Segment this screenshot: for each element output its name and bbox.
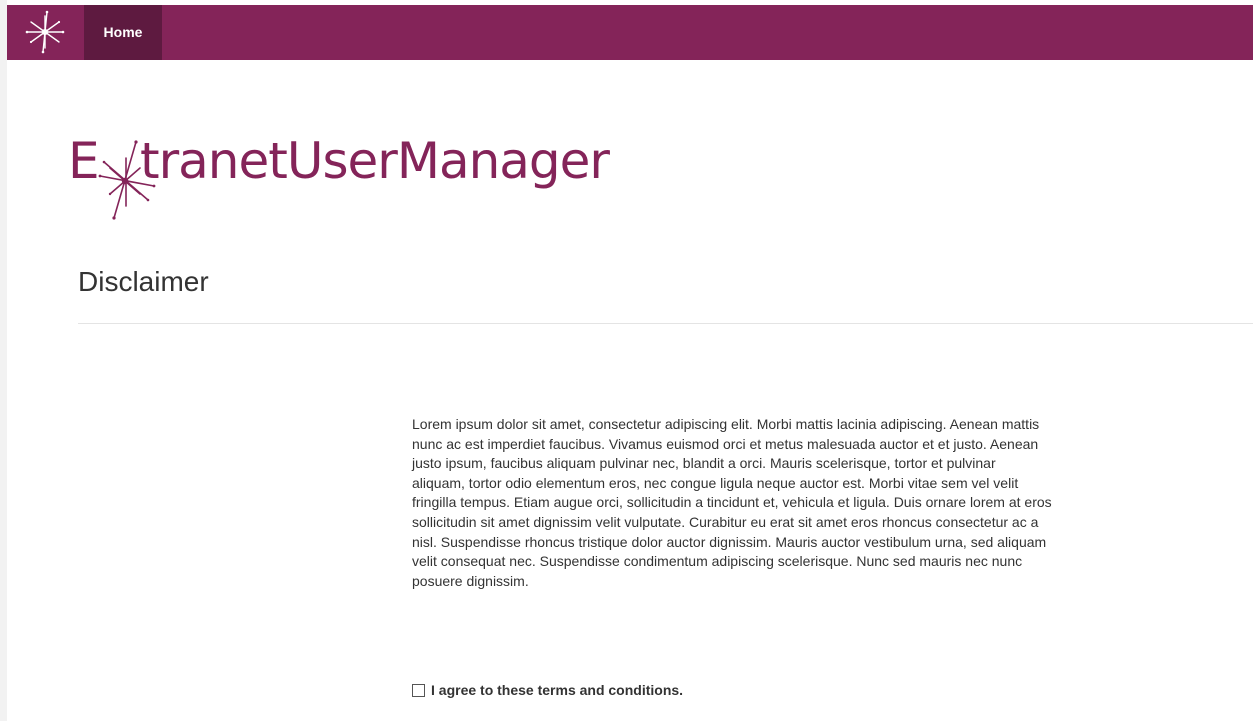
brand-logo: E tranetUserManager (68, 122, 708, 222)
brand-logo-text: tranetUserManager (140, 132, 610, 190)
nav-home-link[interactable]: Home (84, 5, 162, 60)
agree-terms-label[interactable]: I agree to these terms and conditions. (431, 682, 683, 698)
brand-logo-first-letter: E (68, 132, 100, 190)
title-divider (78, 323, 1253, 324)
agree-terms-checkbox[interactable] (412, 683, 425, 697)
disclaimer-body: Lorem ipsum dolor sit amet, consectetur … (412, 416, 1052, 589)
page: Home E tranetUserManager Disclaimer Lore… (0, 0, 1253, 721)
page-title: Disclaimer (78, 266, 209, 297)
agree-terms-row[interactable]: I agree to these terms and conditions. (412, 681, 683, 699)
starburst-logo-icon[interactable] (21, 8, 69, 56)
top-navbar: Home (7, 5, 1253, 60)
left-edge (0, 0, 7, 721)
